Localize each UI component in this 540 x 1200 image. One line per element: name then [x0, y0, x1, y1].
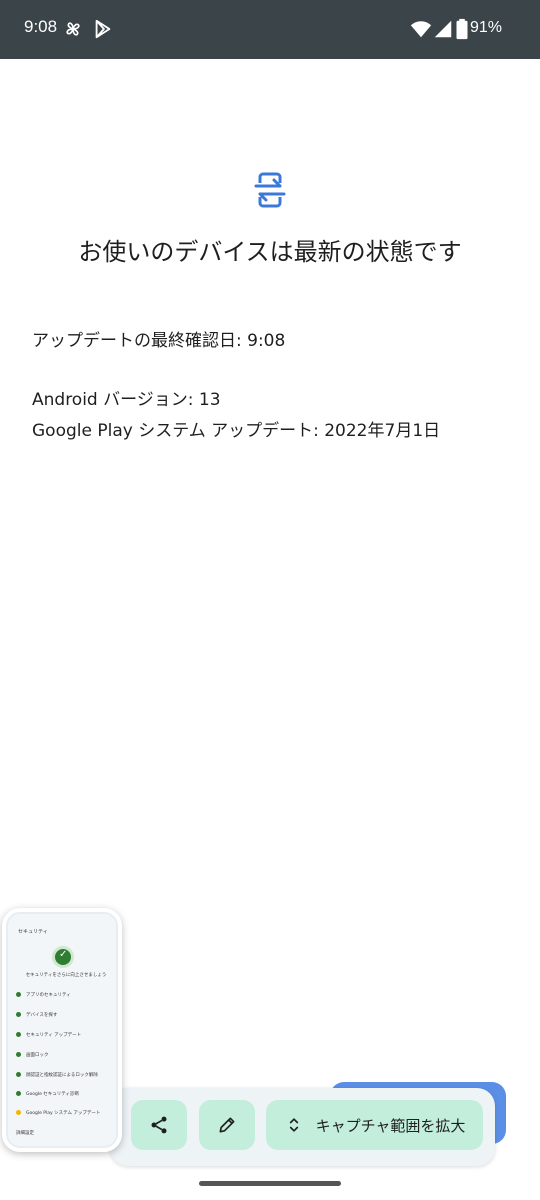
wifi-icon [410, 21, 432, 38]
system-update-icon [250, 172, 290, 208]
expand-capture-label: キャプチャ範囲を拡大 [315, 1116, 466, 1135]
share-button[interactable] [131, 1100, 187, 1150]
gesture-nav-handle[interactable] [199, 1181, 341, 1186]
pencil-icon [219, 1117, 235, 1133]
list-item: セキュリティ アップデート [16, 1032, 81, 1038]
expand-capture-button[interactable]: キャプチャ範囲を拡大 [266, 1100, 483, 1150]
page-title: お使いのデバイスは最新の状態です [78, 238, 462, 266]
play-store-icon [95, 19, 111, 39]
edit-button[interactable] [199, 1100, 255, 1150]
android-version-text: Android バージョン: 13 [32, 390, 221, 410]
share-icon [151, 1116, 167, 1134]
thumb-title: セキュリティ [18, 929, 48, 935]
list-item: アプリのセキュリティ [16, 992, 71, 998]
status-time: 9:08 [24, 17, 58, 36]
battery-percent: 91% [469, 19, 502, 36]
signal-icon [434, 20, 452, 38]
thumbnail-preview: セキュリティ セキュリティをさらに向上させましょう アプリのセキュリティ デバイ… [8, 914, 116, 1146]
list-item: 顔認証と指紋認証によるロック解除 [16, 1072, 98, 1078]
list-item: Google セキュリティ診断 [16, 1091, 79, 1097]
thumb-subtitle: セキュリティをさらに向上させましょう [25, 973, 107, 978]
check-icon [52, 946, 74, 968]
list-item: 画面ロック [16, 1052, 49, 1058]
list-item: Google Play システム アップデート [16, 1110, 100, 1116]
status-bar: 9:08 91% [0, 0, 540, 59]
list-item: デバイスを探す [16, 1012, 57, 1018]
screenshot-thumbnail[interactable]: セキュリティ セキュリティをさらに向上させましょう アプリのセキュリティ デバイ… [2, 908, 122, 1152]
pinwheel-icon [66, 22, 80, 36]
battery-icon [456, 18, 468, 40]
last-check-text: アップデートの最終確認日: 9:08 [32, 331, 286, 351]
expand-vertical-icon [289, 1118, 298, 1132]
list-item: 詳細設定 [16, 1131, 34, 1136]
gplay-update-text: Google Play システム アップデート: 2022年7月1日 [32, 421, 441, 441]
